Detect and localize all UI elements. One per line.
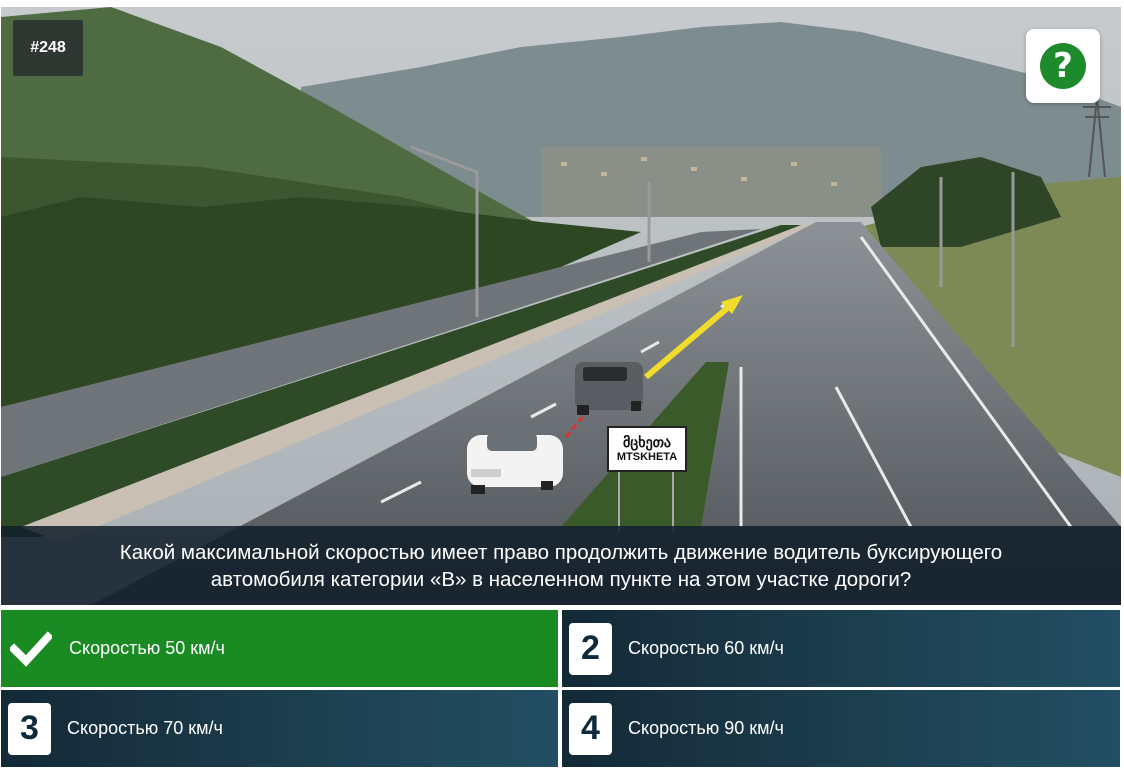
question-number-badge: #248 (13, 20, 83, 76)
answer-text: Скоростью 60 км/ч (628, 638, 784, 658)
question-photo: მცხეთა MTSKHETA (1, 7, 1121, 605)
question-text: Какой максимальной скоростью имеет право… (119, 540, 1003, 591)
question-text-panel: Какой максимальной скоростью имеет право… (1, 526, 1121, 605)
answer-text: Скоростью 70 км/ч (67, 718, 223, 738)
help-button[interactable]: ? (1026, 29, 1100, 103)
question-mark-icon: ? (1040, 43, 1086, 89)
answer-number-badge: 2 (569, 622, 612, 675)
town-sign: მცხეთა MTSKHETA (607, 426, 687, 472)
answer-option-4[interactable]: 4 Скоростью 90 км/ч (562, 690, 1120, 767)
road-scene-image (1, 7, 1121, 605)
sign-line-georgian: მცხეთა (622, 434, 672, 450)
answer-number-badge: 4 (569, 702, 612, 755)
sign-line-latin: MTSKHETA (616, 451, 678, 463)
answer-text: Скоростью 50 км/ч (69, 638, 225, 658)
towing-car (575, 362, 643, 415)
check-icon (9, 623, 53, 675)
answer-text: Скоростью 90 км/ч (628, 718, 784, 738)
answer-option-1[interactable]: Скоростью 50 км/ч (1, 610, 558, 687)
answer-option-3[interactable]: 3 Скоростью 70 км/ч (1, 690, 558, 767)
towed-car (467, 433, 563, 494)
answer-option-2[interactable]: 2 Скоростью 60 км/ч (562, 610, 1120, 687)
answer-number-badge: 3 (8, 702, 51, 755)
